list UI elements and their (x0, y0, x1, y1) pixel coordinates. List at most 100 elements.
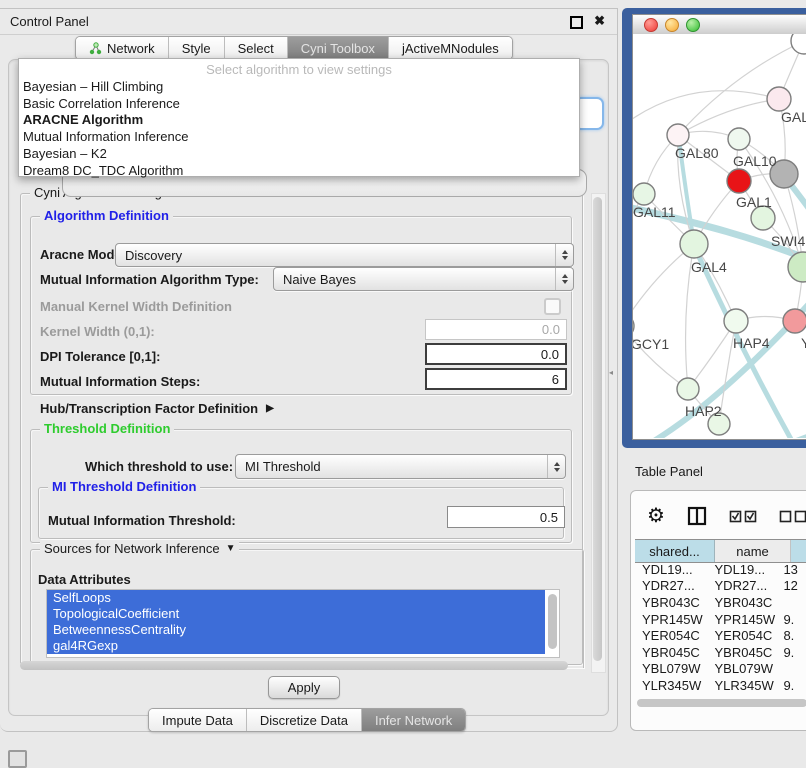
table-cell: 9. (776, 612, 806, 627)
node-label[interactable]: GAL80 (675, 145, 719, 161)
tab-infer-network[interactable]: Infer Network (362, 709, 465, 731)
tab-select[interactable]: Select (225, 37, 288, 59)
attribute-list-item[interactable]: TopologicalCoefficient (47, 606, 545, 622)
network-node-gal1[interactable] (727, 169, 751, 193)
network-node-gal[interactable] (767, 87, 791, 111)
hub-definition-toggle[interactable]: Hub/Transcription Factor Definition ▶ (40, 401, 274, 416)
table-row[interactable]: YPR145WYPR145W9. (635, 611, 806, 628)
mi-threshold-value: 0.5 (540, 510, 558, 525)
manual-kernel-checkbox[interactable] (544, 298, 561, 315)
hub-definition-label: Hub/Transcription Factor Definition (40, 401, 258, 416)
mi-type-select[interactable]: Naive Bayes (273, 267, 574, 291)
mi-steps-label: Mutual Information Steps: (40, 374, 200, 389)
table-row[interactable]: YBR043CYBR043C (635, 594, 806, 611)
close-icon[interactable]: ✖ (594, 13, 605, 29)
list-scrollbar[interactable] (548, 594, 557, 649)
mi-threshold-field[interactable]: 0.5 (447, 506, 565, 528)
float-window-icon[interactable] (570, 16, 583, 29)
node-label[interactable]: HAP4 (733, 335, 770, 351)
network-node-y[interactable] (783, 309, 806, 333)
table-horizontal-scrollbar[interactable] (635, 697, 806, 709)
algorithm-option[interactable]: Dream8 DC_TDC Algorithm (19, 163, 579, 180)
tab-style[interactable]: Style (169, 37, 225, 59)
settings-vertical-scrollbar[interactable] (591, 193, 606, 673)
panel-divider-grip[interactable]: ◂ (609, 368, 614, 378)
minimized-panel-icon[interactable] (8, 750, 27, 768)
aracne-mode-select[interactable]: Discovery (115, 243, 574, 267)
table-row[interactable]: YDR27...YDR27...12 (635, 578, 806, 595)
network-node-gal4[interactable] (680, 230, 708, 258)
select-all-icon[interactable] (729, 509, 757, 523)
split-pane-icon[interactable] (687, 506, 707, 526)
network-node-gal80[interactable] (667, 124, 689, 146)
kernel-width-field[interactable]: 0.0 (425, 319, 567, 340)
network-node-hap2[interactable] (677, 378, 699, 400)
table-row[interactable]: YLR345WYLR345W9. (635, 677, 806, 694)
dpi-tolerance-field[interactable]: 0.0 (425, 343, 567, 365)
minimize-traffic-light-icon[interactable] (665, 18, 679, 32)
tab-jactivemnodules[interactable]: jActiveMNodules (389, 37, 512, 59)
node-label[interactable]: GAL1 (736, 194, 772, 210)
attribute-list-item[interactable]: BetweennessCentrality (47, 622, 545, 638)
tab-label: Cyni Toolbox (301, 41, 375, 56)
table-cell: YBL079W (708, 661, 777, 676)
node-label[interactable]: Y (801, 335, 806, 351)
settings-horizontal-scrollbar[interactable] (18, 659, 586, 672)
node-label[interactable]: GAL (781, 109, 806, 125)
column-header-partial[interactable]: A (791, 540, 806, 562)
scrollbar-thumb[interactable] (20, 661, 568, 670)
table-row[interactable]: YBR045CYBR045C9. (635, 644, 806, 661)
network-node[interactable] (788, 252, 806, 282)
which-threshold-select[interactable]: MI Threshold (235, 454, 566, 479)
aracne-mode-value: Discovery (125, 248, 182, 263)
table-cell: YDR27... (708, 578, 777, 593)
network-node-hap4[interactable] (724, 309, 748, 333)
network-edge (633, 244, 694, 326)
table-cell: YBL079W (635, 661, 708, 676)
network-node-gal10[interactable] (728, 128, 750, 150)
manual-kernel-label: Manual Kernel Width Definition (40, 299, 232, 314)
node-label[interactable]: GAL4 (691, 259, 727, 275)
node-label[interactable]: SWI4 (771, 233, 805, 249)
algorithm-option[interactable]: Bayesian – Hill Climbing (19, 79, 579, 96)
algorithm-option[interactable]: Mutual Information Inference (19, 129, 579, 146)
tab-discretize-data[interactable]: Discretize Data (247, 709, 362, 731)
tab-impute-data[interactable]: Impute Data (149, 709, 247, 731)
table-row[interactable]: YBL079WYBL079W (635, 661, 806, 678)
table-panel: ⚙ shared... name A YDL19...YDL19...13YDR… (630, 490, 806, 731)
tab-network[interactable]: Network (76, 37, 169, 59)
algorithm-option[interactable]: ARACNE Algorithm (19, 112, 579, 129)
network-node[interactable] (791, 34, 806, 54)
node-label[interactable]: GAL10 (733, 153, 777, 169)
tab-cyni-toolbox[interactable]: Cyni Toolbox (288, 37, 389, 59)
table-row[interactable]: YER054CYER054C8. (635, 627, 806, 644)
table-row[interactable]: YDL19...YDL19...13 (635, 561, 806, 578)
network-canvas[interactable]: GAL GAL80 GAL10 GAL1 GAL11 SWI4 GAL4 GCY1 HAP4 Y H… (633, 34, 806, 438)
algorithm-option[interactable]: Basic Correlation Inference (19, 96, 579, 113)
network-window-titlebar[interactable] (633, 15, 806, 35)
zoom-traffic-light-icon[interactable] (686, 18, 700, 32)
tab-label: Network (107, 41, 155, 56)
network-node-gcy1[interactable] (633, 314, 634, 338)
node-label[interactable]: HAP2 (685, 403, 722, 419)
data-attributes-list[interactable]: SelfLoopsTopologicalCoefficientBetweenne… (46, 589, 560, 658)
node-label[interactable]: GCY1 (633, 336, 669, 352)
table-panel-title: Table Panel (635, 464, 703, 479)
node-label[interactable]: GAL11 (633, 204, 676, 220)
column-header-shared-name[interactable]: shared... (635, 540, 715, 562)
gear-icon[interactable]: ⚙ (647, 506, 665, 526)
scrollbar-thumb[interactable] (637, 699, 806, 707)
collapse-arrow-icon[interactable]: ▼ (226, 541, 236, 557)
close-traffic-light-icon[interactable] (644, 18, 658, 32)
network-node-gal11[interactable] (633, 183, 655, 205)
column-header-name[interactable]: name (715, 540, 791, 562)
mi-steps-value: 6 (552, 372, 559, 387)
attribute-list-item[interactable]: gal4RGexp (47, 638, 545, 654)
deselect-all-icon[interactable] (779, 509, 806, 523)
attribute-list-item[interactable]: SelfLoops (47, 590, 545, 606)
apply-button[interactable]: Apply (268, 676, 340, 699)
algorithm-option[interactable]: Bayesian – K2 (19, 146, 579, 163)
scrollbar-thumb[interactable] (593, 197, 602, 661)
table-cell: YLR345W (708, 678, 777, 693)
mi-steps-field[interactable]: 6 (425, 368, 567, 390)
